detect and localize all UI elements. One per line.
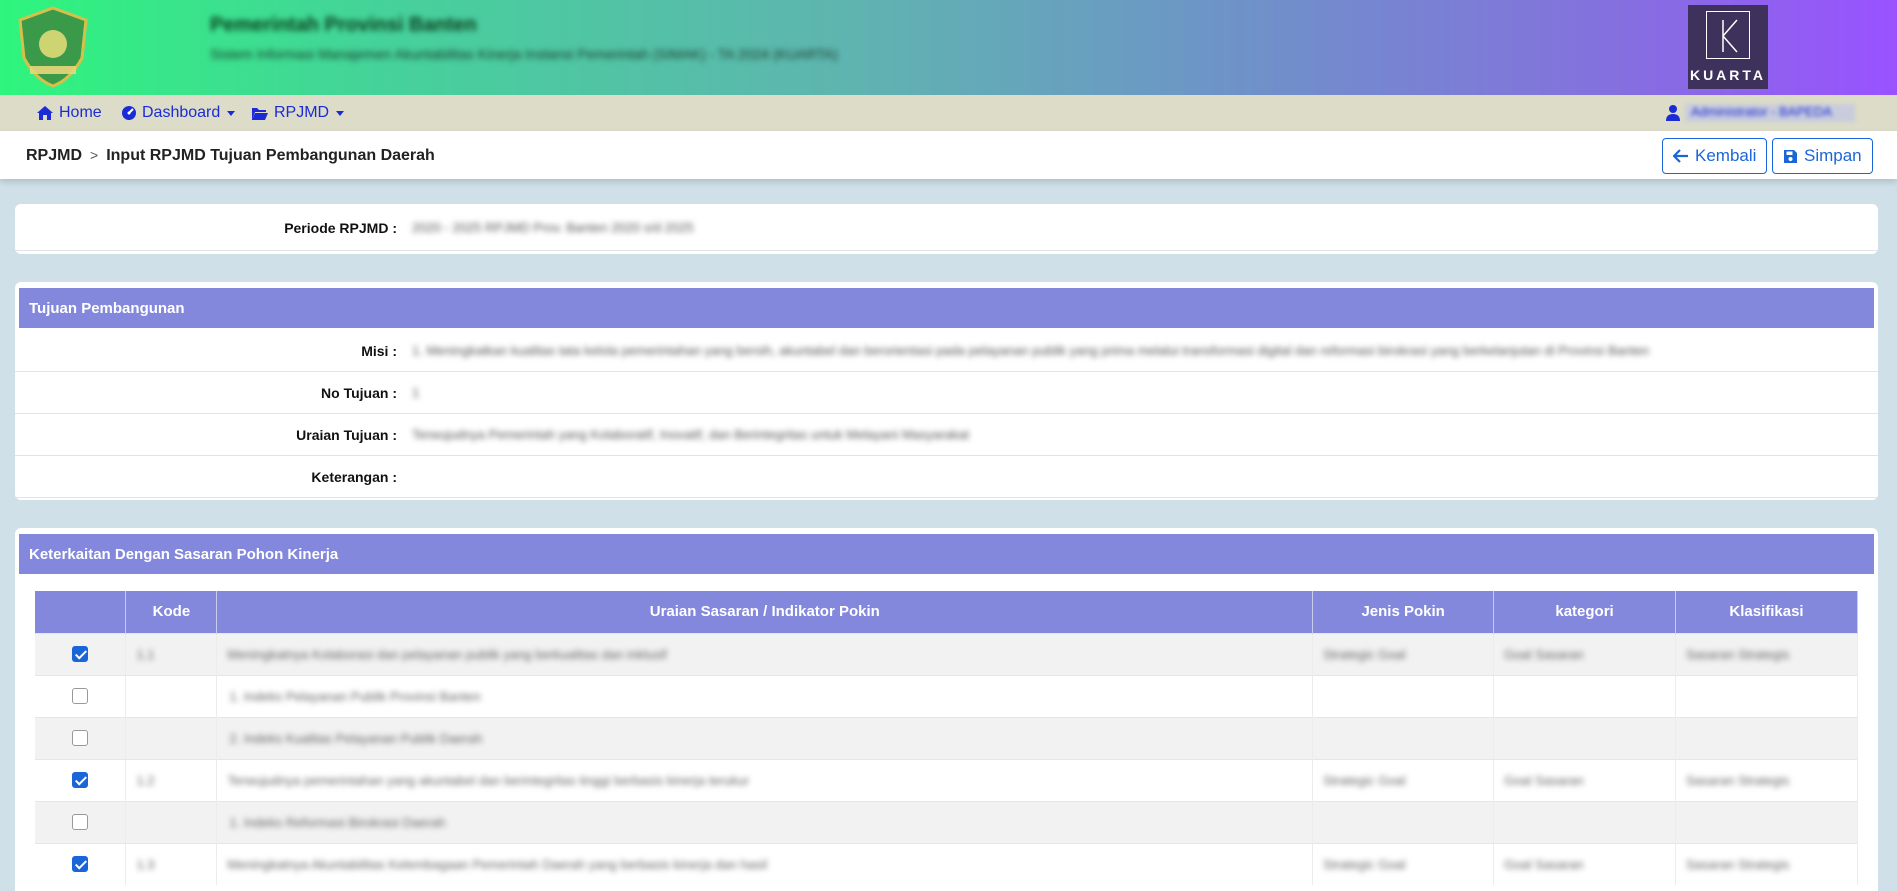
main-navbar: Home Dashboard RPJMD Administrator - BAP… [0, 95, 1897, 131]
folder-open-icon [252, 107, 268, 120]
row-jenis: Strategic Goal [1323, 772, 1406, 788]
row-checkbox[interactable] [72, 646, 89, 662]
row-jenis: Strategic Goal [1323, 856, 1406, 872]
table-row: 1. Indeks Reformasi Birokrasi Daerah [35, 800, 1858, 843]
nav-home[interactable]: Home [36, 104, 102, 122]
table-row: 2. Indeks Kualitas Pelayanan Publik Daer… [35, 716, 1858, 759]
save-icon [1784, 149, 1797, 163]
row-uraian: Terwujudnya pemerintahan yang akuntabel … [227, 772, 750, 788]
misi-label: Misi : [361, 343, 397, 359]
tujuan-section-title: Tujuan Pembangunan [19, 288, 1874, 328]
col-header-kode: Kode [125, 591, 218, 633]
top-header: Pemerintah Provinsi Banten Sistem Inform… [0, 0, 1897, 95]
row-checkbox[interactable] [72, 772, 89, 788]
save-button-label: Simpan [1804, 146, 1862, 165]
kuarta-logo-text: KUARTA [1689, 67, 1767, 83]
chevron-down-icon [227, 110, 236, 116]
kuarta-k-icon [1706, 11, 1750, 59]
row-kategori: Goal Sasaran [1504, 772, 1584, 788]
nav-rpjmd-label: RPJMD [274, 104, 330, 121]
uraian-tujuan-row: Uraian Tujuan : Terwujudnya Pemerintah y… [15, 414, 1878, 456]
row-kategori: Goal Sasaran [1504, 856, 1584, 872]
arrow-left-icon [1673, 149, 1688, 163]
home-icon [37, 106, 53, 120]
site-title: Pemerintah Provinsi Banten [210, 14, 477, 36]
province-logo-icon [18, 6, 88, 88]
row-klasifikasi: Sasaran Strategis [1686, 646, 1790, 662]
breadcrumb-separator: > [90, 147, 99, 163]
user-icon [1666, 105, 1680, 121]
row-uraian: 2. Indeks Kualitas Pelayanan Publik Daer… [229, 730, 483, 746]
uraian-tujuan-value[interactable]: Terwujudnya Pemerintah yang Kolaboratif,… [412, 427, 1132, 442]
row-uraian: 1. Indeks Pelayanan Publik Provinsi Bant… [229, 688, 481, 704]
row-uraian: Meningkatnya Kolaborasi dan pelayanan pu… [227, 646, 667, 662]
table-row: 1.3 Meningkatnya Akuntabilitas Kelembaga… [35, 842, 1858, 885]
no-tujuan-label: No Tujuan : [321, 385, 397, 401]
col-header-uraian: Uraian Sasaran / Indikator Pokin [216, 591, 1314, 633]
keterangan-label: Keterangan : [311, 469, 397, 485]
uraian-tujuan-label: Uraian Tujuan : [296, 427, 397, 443]
periode-row: Periode RPJMD : 2020 - 2025 RPJMD Prov. … [15, 204, 1878, 251]
nav-dashboard-label: Dashboard [142, 104, 221, 121]
tujuan-card: Tujuan Pembangunan Misi : 1. Meningkatka… [15, 282, 1878, 500]
row-jenis: Strategic Goal [1323, 646, 1406, 662]
table-row: 1. Indeks Pelayanan Publik Provinsi Bant… [35, 674, 1858, 717]
row-kategori: Goal Sasaran [1504, 646, 1584, 662]
table-row: 1.1 Meningkatnya Kolaborasi dan pelayana… [35, 632, 1858, 675]
nav-dashboard[interactable]: Dashboard [121, 104, 236, 122]
kuarta-logo: KUARTA [1688, 5, 1768, 89]
back-button-label: Kembali [1695, 146, 1757, 165]
nav-home-label: Home [59, 104, 102, 121]
table-header-row: Kode Uraian Sasaran / Indikator Pokin Je… [35, 591, 1858, 633]
misi-row: Misi : 1. Meningkatkan kualitas tata kel… [15, 330, 1878, 372]
periode-card: Periode RPJMD : 2020 - 2025 RPJMD Prov. … [15, 204, 1878, 254]
col-header-kategori: kategori [1493, 591, 1677, 633]
table-row: 1.2 Terwujudnya pemerintahan yang akunta… [35, 758, 1858, 801]
row-checkbox[interactable] [72, 730, 89, 746]
site-subtitle: Sistem Informasi Manajemen Akuntabilitas… [210, 46, 838, 62]
user-name: Administrator - BAPEDA [1685, 104, 1855, 122]
row-klasifikasi: Sasaran Strategis [1686, 772, 1790, 788]
col-header-klasifikasi: Klasifikasi [1675, 591, 1858, 633]
row-checkbox[interactable] [72, 688, 89, 704]
dashboard-icon [122, 106, 136, 120]
row-kode: 1.3 [136, 856, 155, 872]
keterkaitan-section-title: Keterkaitan Dengan Sasaran Pohon Kinerja [19, 534, 1874, 574]
breadcrumb-bar: RPJMD > Input RPJMD Tujuan Pembangunan Dae… [0, 131, 1897, 179]
misi-value[interactable]: 1. Meningkatkan kualitas tata kelola pem… [412, 343, 1832, 358]
row-uraian: 1. Indeks Reformasi Birokrasi Daerah [229, 814, 446, 830]
row-uraian: Meningkatnya Akuntabilitas Kelembagaan P… [227, 856, 768, 872]
nav-rpjmd[interactable]: RPJMD [251, 104, 345, 122]
row-checkbox[interactable] [72, 814, 89, 830]
keterangan-row: Keterangan : [15, 456, 1878, 498]
no-tujuan-value[interactable]: 1 [412, 385, 452, 400]
periode-value[interactable]: 2020 - 2025 RPJMD Prov. Banten 2020 s/d … [412, 220, 772, 235]
user-menu[interactable]: Administrator - BAPEDA [1666, 104, 1855, 122]
back-button[interactable]: Kembali [1662, 138, 1768, 174]
periode-label: Periode RPJMD : [284, 220, 397, 236]
row-klasifikasi: Sasaran Strategis [1686, 856, 1790, 872]
save-button[interactable]: Simpan [1772, 138, 1873, 174]
col-header-select [35, 591, 127, 633]
keterkaitan-card: Keterkaitan Dengan Sasaran Pohon Kinerja… [15, 528, 1878, 891]
row-kode: 1.1 [136, 646, 155, 662]
col-header-jenis: Jenis Pokin [1312, 591, 1495, 633]
no-tujuan-row: No Tujuan : 1 [15, 372, 1878, 414]
row-checkbox[interactable] [72, 856, 89, 873]
breadcrumb-root[interactable]: RPJMD [26, 147, 82, 164]
pokin-table: Kode Uraian Sasaran / Indikator Pokin Je… [35, 591, 1858, 885]
breadcrumb-current: Input RPJMD Tujuan Pembangunan Daerah [106, 147, 435, 164]
chevron-down-icon [336, 110, 345, 116]
breadcrumb: RPJMD > Input RPJMD Tujuan Pembangunan Dae… [26, 147, 435, 165]
row-kode: 1.2 [136, 772, 155, 788]
